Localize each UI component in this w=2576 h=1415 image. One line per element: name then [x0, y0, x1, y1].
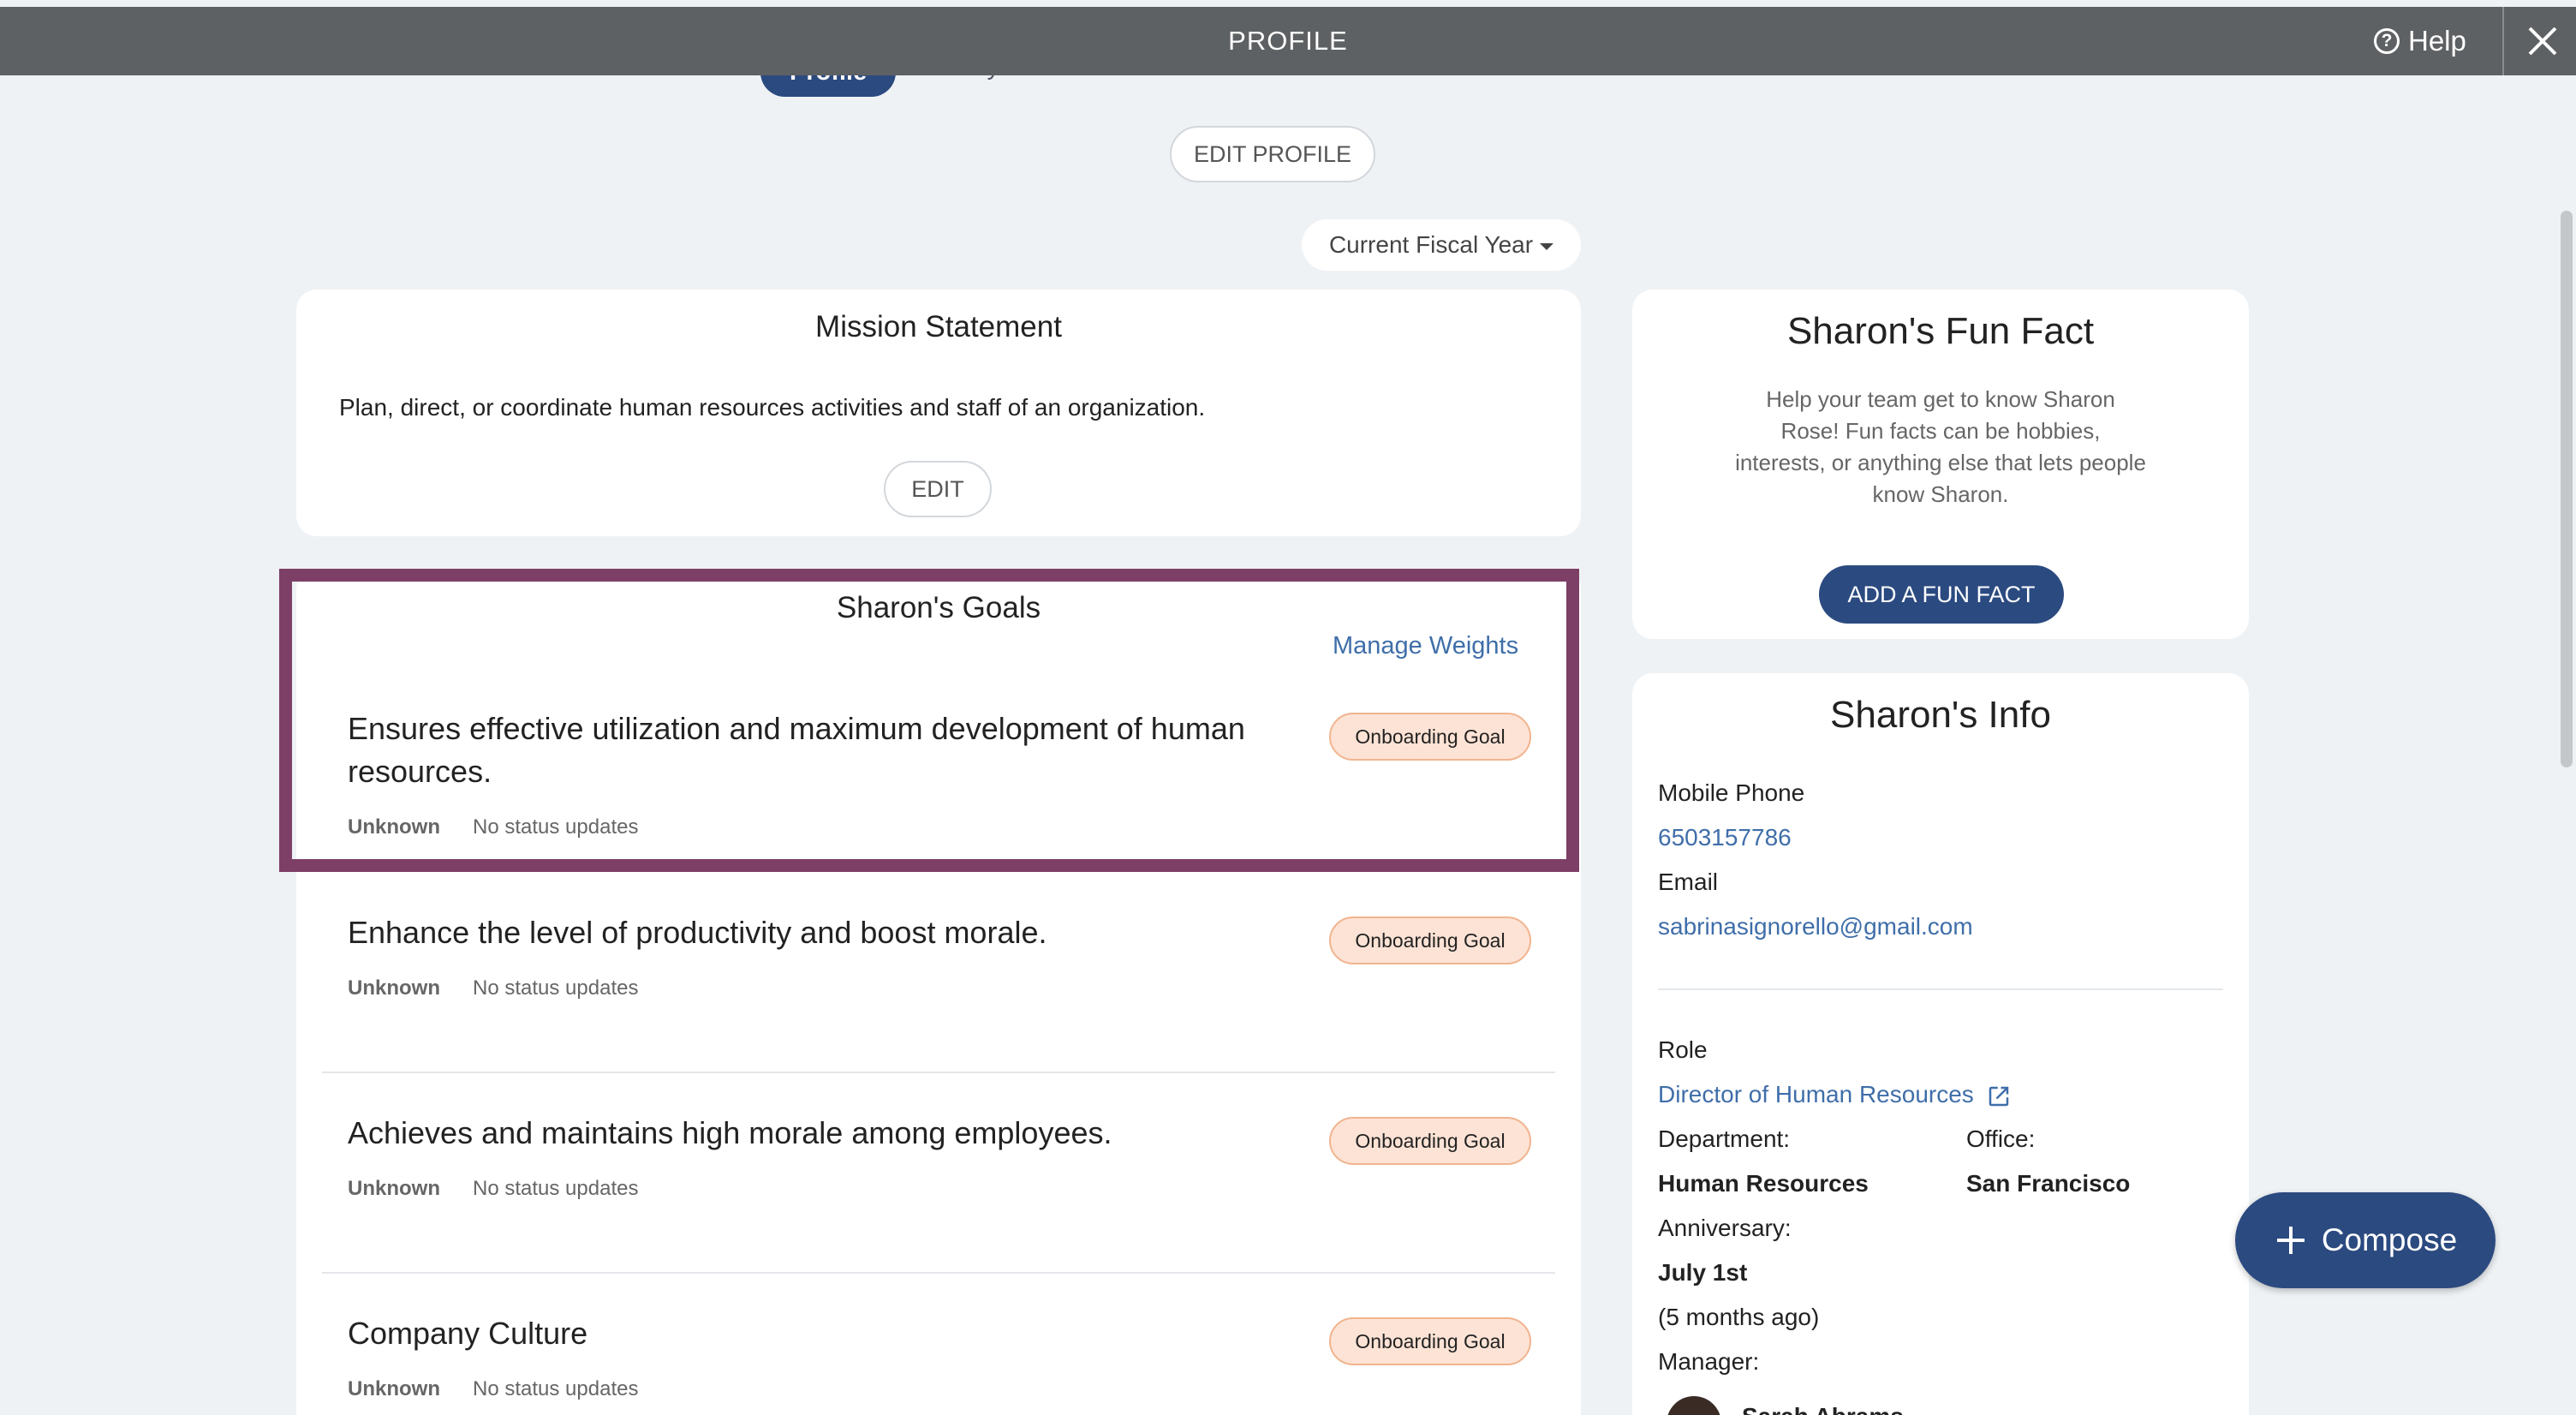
goal-status: Unknown	[348, 1177, 440, 1200]
scrollbar-thumb[interactable]	[2561, 211, 2573, 767]
goal-title-line: resources.	[348, 754, 492, 789]
close-button[interactable]	[2509, 7, 2576, 75]
question-icon: ?	[2374, 28, 2400, 54]
fun-fact-card: Sharon's Fun Fact Help your team get to …	[1632, 290, 2249, 639]
anniversary-value: July 1st	[1658, 1259, 1748, 1286]
compose-label: Compose	[2321, 1222, 2458, 1257]
fun-fact-title: Sharon's Fun Fact	[1786, 310, 2095, 352]
anniversary-label: Anniversary:	[1658, 1215, 1792, 1241]
office-label: Office:	[1966, 1125, 2036, 1152]
manage-weights-link[interactable]: Manage Weights	[1333, 632, 1518, 660]
goals-title: Sharon's Goals	[836, 591, 1041, 624]
manager-label: Manager:	[1658, 1348, 1760, 1375]
goal-updates: No status updates	[473, 1377, 639, 1400]
edit-profile-button[interactable]: EDIT PROFILE	[1170, 126, 1375, 182]
info-divider	[1658, 988, 2223, 990]
department-label: Department:	[1658, 1125, 1791, 1152]
external-link-icon	[1989, 1086, 2008, 1106]
role-link[interactable]: Director of Human Resources	[1658, 1081, 2012, 1109]
compose-button[interactable]: Compose	[2235, 1192, 2496, 1288]
manager-name[interactable]: Sarah Abrams	[1742, 1403, 1904, 1415]
goal-status: Unknown	[348, 815, 440, 839]
help-label: Help	[2408, 25, 2466, 57]
info-card: Sharon's Info Mobile Phone 6503157786 Em…	[1632, 673, 2249, 1415]
goal-status: Unknown	[348, 1377, 440, 1400]
mobile-label: Mobile Phone	[1658, 779, 1805, 806]
close-icon	[2528, 27, 2557, 56]
goal-updates: No status updates	[473, 1177, 639, 1200]
caret-down-icon	[1540, 243, 1554, 250]
info-title: Sharon's Info	[1830, 694, 2051, 736]
department-value: Human Resources	[1658, 1170, 1869, 1197]
goals-card: Sharon's Goals Manage Weights Ensures ef…	[296, 569, 1581, 1415]
goal-divider	[322, 1272, 1555, 1274]
mission-text: Plan, direct, or coordinate human resour…	[339, 394, 1206, 421]
plus-icon	[2276, 1227, 2305, 1254]
goal-status: Unknown	[348, 976, 440, 1000]
add-fun-fact-button[interactable]: ADD A FUN FACT	[1819, 565, 2064, 624]
mobile-link[interactable]: 6503157786	[1658, 824, 1792, 851]
goal-type-badge: Onboarding Goal	[1329, 916, 1531, 964]
email-link[interactable]: sabrinasignorello@gmail.com	[1658, 913, 1973, 940]
goal-title: Achieves and maintains high morale among…	[348, 1115, 1112, 1150]
topbar-divider	[2502, 7, 2504, 75]
manager-avatar[interactable]	[1667, 1396, 1721, 1415]
role-label: Role	[1658, 1036, 1708, 1063]
fiscal-year-label: Current Fiscal Year	[1328, 231, 1534, 258]
goal-type-badge: Onboarding Goal	[1329, 1317, 1531, 1365]
top-bar: PROFILE ? Help	[0, 7, 2576, 75]
goal-title-line: Ensures effective utilization and maximu…	[348, 711, 1245, 746]
anniversary-relative: (5 months ago)	[1658, 1304, 1820, 1330]
email-label: Email	[1658, 869, 1719, 895]
goal-updates: No status updates	[473, 976, 639, 1000]
fiscal-year-dropdown[interactable]: Current Fiscal Year	[1302, 219, 1581, 271]
office-value: San Francisco	[1966, 1170, 2131, 1197]
goal-title: Ensures effective utilization and maximu…	[348, 708, 1358, 793]
goal-type-badge: Onboarding Goal	[1329, 1117, 1531, 1165]
goal-updates: No status updates	[473, 815, 639, 839]
mission-edit-button[interactable]: EDIT	[884, 461, 992, 517]
goal-divider	[322, 1072, 1555, 1073]
role-value: Director of Human Resources	[1658, 1081, 1974, 1108]
help-button[interactable]: ? Help	[2374, 7, 2477, 75]
page-title: PROFILE	[1228, 26, 1348, 56]
goal-title: Enhance the level of productivity and bo…	[348, 915, 1047, 950]
goal-title: Company Culture	[348, 1316, 588, 1351]
goal-type-badge: Onboarding Goal	[1329, 713, 1531, 761]
mission-title: Mission Statement	[815, 310, 1062, 343]
fun-fact-description: Help your team get to know Sharon Rose! …	[1735, 386, 2146, 507]
mission-statement-card: Mission Statement Plan, direct, or coord…	[296, 290, 1581, 536]
